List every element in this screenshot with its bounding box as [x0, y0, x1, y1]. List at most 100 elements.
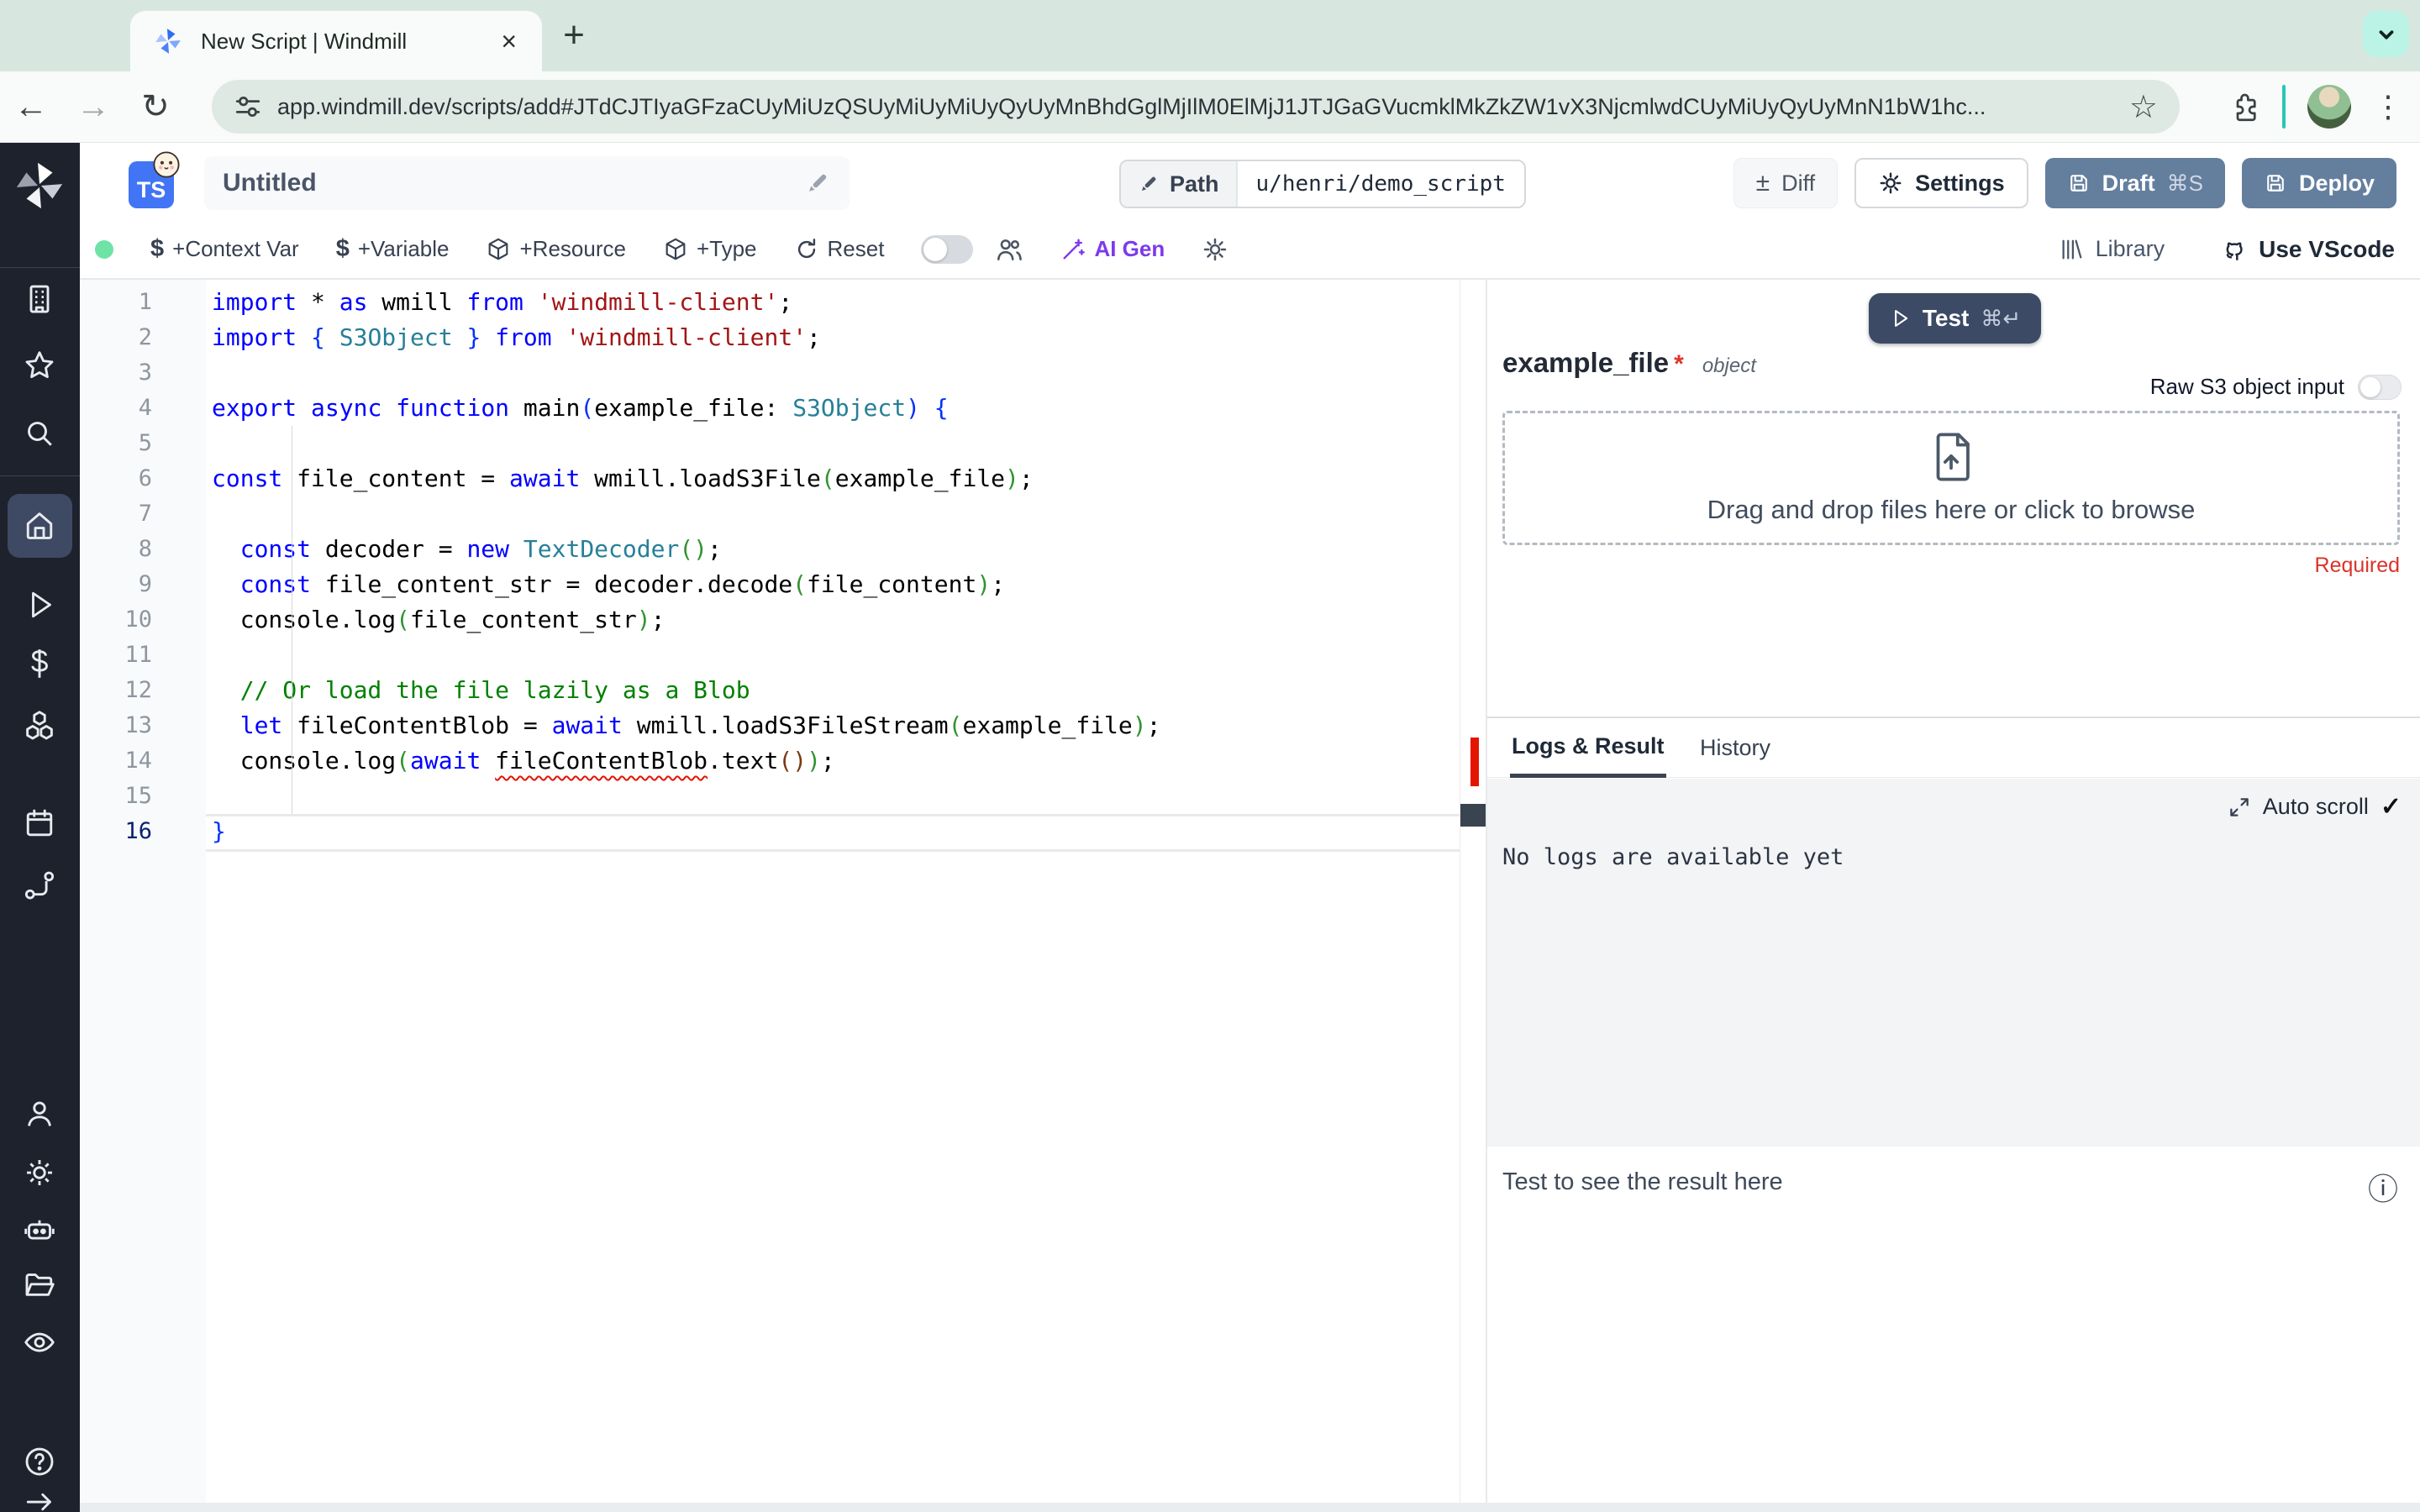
line-number: 11	[124, 642, 152, 668]
tab-history[interactable]: History	[1700, 718, 1770, 778]
browser-menu-icon[interactable]: ⋮	[2373, 89, 2403, 124]
raw-s3-toggle[interactable]	[2358, 374, 2402, 400]
profile-avatar[interactable]	[2307, 85, 2351, 129]
browser-tab-windmill[interactable]: New Script | Windmill ×	[130, 11, 542, 71]
reload-icon[interactable]: ↻	[124, 87, 187, 126]
add-type-button[interactable]: +Type	[663, 236, 757, 262]
deploy-button[interactable]: Deploy	[2241, 158, 2396, 208]
add-context-var-button[interactable]: $ +Context Var	[150, 235, 299, 263]
code-line[interactable]: console.log(await fileContentBlob.text()…	[212, 743, 1452, 779]
preview-panel: Test ⌘↵ example_file * object Raw S3 obj…	[1486, 280, 2420, 1503]
path-value[interactable]: u/henri/demo_script	[1238, 161, 1524, 207]
chevron-down-icon	[2374, 22, 2399, 47]
code-line[interactable]: }	[212, 814, 1452, 849]
browser-toolbar: ← → ↻ app.windmill.dev/scripts/add#JTdCJ…	[0, 71, 2420, 143]
sidebar-item-building[interactable]	[23, 282, 56, 316]
sidebar-item-gear[interactable]	[23, 1156, 56, 1189]
code-line[interactable]: import { S3Object } from 'windmill-clien…	[212, 320, 1452, 355]
diff-button[interactable]: ± Diff	[1733, 158, 1839, 208]
tab-search-button[interactable]	[2363, 11, 2409, 57]
gear-icon	[27, 1160, 52, 1185]
sidebar-item-arrow-right[interactable]	[23, 1485, 56, 1512]
code-token: export	[212, 394, 297, 422]
sidebar-item-robot[interactable]	[23, 1213, 56, 1247]
tab-close-icon[interactable]: ×	[496, 26, 522, 56]
script-title-input[interactable]: Untitled	[204, 156, 850, 210]
file-dropzone[interactable]: Drag and drop files here or click to bro…	[1502, 411, 2400, 545]
add-resource-button[interactable]: +Resource	[486, 236, 626, 262]
github-icon	[2218, 235, 2247, 264]
sidebar-item-star[interactable]	[23, 349, 56, 383]
sidebar-item-eye[interactable]	[23, 1326, 56, 1359]
tab-logs-result[interactable]: Logs & Result	[1510, 718, 1666, 778]
sidebar-item-dollar[interactable]	[23, 647, 56, 680]
add-variable-button[interactable]: $ +Variable	[336, 235, 450, 263]
address-bar[interactable]: app.windmill.dev/scripts/add#JTdCJTIyaGF…	[212, 80, 2180, 134]
sidebar-item-calendar[interactable]	[23, 806, 56, 840]
reset-icon	[794, 237, 819, 262]
code-line[interactable]: let fileContentBlob = await wmill.loadS3…	[212, 708, 1452, 743]
sidebar-item-person[interactable]	[23, 1097, 56, 1131]
required-note: Required	[2314, 554, 2400, 577]
extensions-icon[interactable]	[2230, 92, 2260, 122]
url-text[interactable]: app.windmill.dev/scripts/add#JTdCJTIyaGF…	[277, 94, 2112, 120]
use-vscode-label: Use VScode	[2259, 235, 2395, 262]
add-type-label: +Type	[696, 236, 757, 261]
extension-indicator-divider	[2282, 85, 2286, 129]
path-editor[interactable]: Path u/henri/demo_script	[1119, 160, 1526, 208]
sidebar-item-folder[interactable]	[23, 1268, 56, 1302]
path-label-segment[interactable]: Path	[1121, 161, 1238, 207]
robot-icon	[24, 1220, 55, 1240]
new-tab-button[interactable]: +	[550, 12, 597, 59]
code-editor[interactable]: 1 2 3 4 5 6 7 8 9 10 11 12 13 14 15 16 import * as wmil…	[80, 280, 1486, 1512]
magic-wand-icon	[1060, 237, 1086, 262]
code-token: example_file	[962, 711, 1133, 739]
add-resource-label: +Resource	[519, 236, 626, 261]
code-token: example_file	[834, 465, 1006, 492]
code-token: wmill.loadS3File	[580, 465, 821, 492]
sidebar-item-help[interactable]	[23, 1445, 56, 1478]
windmill-logo[interactable]	[13, 160, 66, 212]
sidebar-item-route[interactable]	[23, 869, 56, 902]
test-button[interactable]: Test ⌘↵	[1869, 293, 2041, 344]
settings-button[interactable]: Settings	[1854, 158, 2028, 208]
code-line[interactable]: const file_content_str = decoder.decode(…	[212, 567, 1452, 602]
home-icon	[26, 512, 53, 539]
script-editor-header: TS Untitled Path u/henri/demo_script ± D…	[80, 143, 2420, 220]
multiplayer-toggle[interactable]	[921, 234, 974, 264]
code-line[interactable]: console.log(file_content_str);	[212, 602, 1452, 638]
code-token: S3Object	[792, 394, 907, 422]
library-button[interactable]: Library	[2059, 236, 2165, 262]
bottom-scrollbar-track[interactable]	[80, 1503, 2420, 1512]
draft-button[interactable]: Draft ⌘S	[2044, 158, 2225, 208]
code-line[interactable]: // Or load the file lazily as a Blob	[212, 673, 1452, 708]
forward-icon[interactable]: →	[62, 88, 124, 126]
code-line[interactable]: const decoder = new TextDecoder();	[212, 532, 1452, 567]
line-number: 1	[138, 289, 152, 315]
sidebar-item-cubes[interactable]	[23, 709, 56, 743]
sidebar-item-home[interactable]	[23, 509, 56, 543]
overview-ruler[interactable]	[1460, 280, 1486, 1503]
info-icon[interactable]: ⓘ	[2368, 1165, 2398, 1209]
use-vscode-button[interactable]: Use VScode	[2218, 235, 2395, 264]
reset-button[interactable]: Reset	[794, 236, 884, 262]
code-token: ;	[778, 288, 793, 316]
auto-scroll-control[interactable]: Auto scroll ✓	[2228, 792, 2402, 822]
line-number: 4	[138, 395, 152, 421]
back-icon[interactable]: ←	[0, 88, 62, 126]
scrollbar-thumb[interactable]	[1460, 804, 1486, 827]
edit-title-pencil-icon[interactable]	[804, 170, 831, 197]
bookmark-star-icon[interactable]: ☆	[2129, 88, 2158, 126]
editor-settings-gear-icon[interactable]	[1202, 236, 1228, 263]
ai-gen-button[interactable]: AI Gen	[1060, 236, 1165, 262]
code-line[interactable]: export async function main(example_file:…	[212, 391, 1452, 426]
sidebar-item-play[interactable]	[23, 588, 56, 622]
code-line[interactable]: const file_content = await wmill.loadS3F…	[212, 461, 1452, 496]
dollar-icon: $	[150, 235, 165, 262]
code-line[interactable]: import * as wmill from 'windmill-client'…	[212, 285, 1452, 320]
code-token: 'windmill-client'	[537, 288, 779, 316]
site-settings-icon[interactable]	[234, 92, 262, 121]
sidebar-item-search[interactable]	[23, 417, 56, 450]
